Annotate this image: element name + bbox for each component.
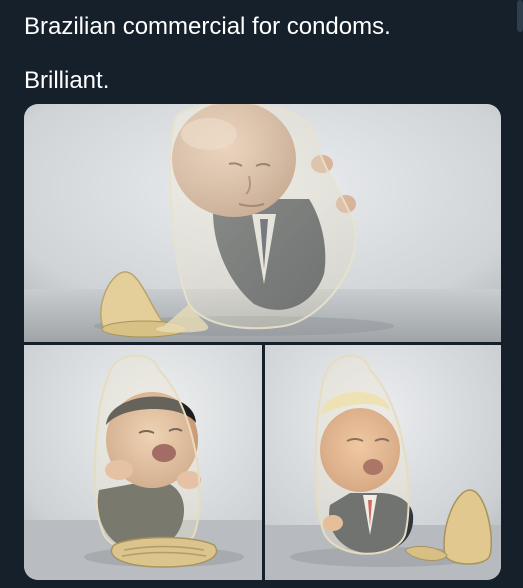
media-image-top[interactable]: [24, 104, 501, 342]
media-image-bottom-left[interactable]: [24, 345, 262, 580]
tweet-text-line-1: Brazilian commercial for condoms.: [24, 13, 391, 40]
media-grid[interactable]: [24, 104, 501, 580]
scrollbar[interactable]: [517, 0, 523, 32]
photo-condom-figure-1: [24, 104, 501, 342]
tweet-text: Brazilian commercial for condoms. Brilli…: [24, 10, 504, 118]
tweet-text-line-2: Brilliant.: [24, 67, 110, 94]
photo-condom-figure-3: [265, 345, 501, 580]
media-image-bottom-right[interactable]: [265, 345, 501, 580]
photo-condom-figure-2: [24, 345, 262, 580]
